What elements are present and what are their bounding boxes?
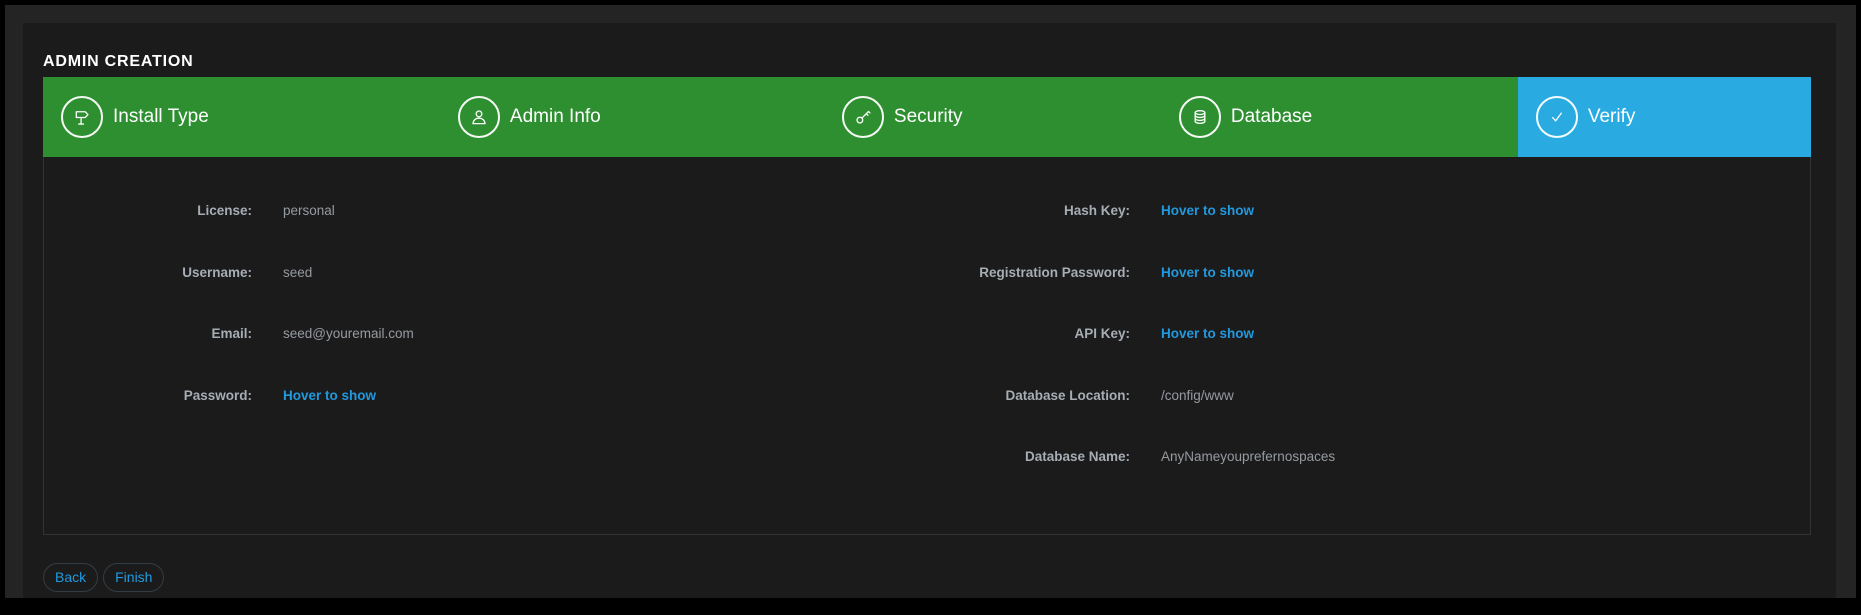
field-value: personal bbox=[283, 203, 335, 218]
database-icon bbox=[1189, 106, 1211, 128]
field-label: API Key: bbox=[927, 326, 1130, 341]
setup-wizard: Install Type Admin Info bbox=[43, 77, 1811, 535]
check-icon bbox=[1546, 106, 1568, 128]
summary-column-right: Hash Key: Hover to show Registration Pas… bbox=[927, 180, 1810, 534]
form-row: Database Name: AnyNameyouprefernospaces bbox=[927, 426, 1810, 488]
step-icon-ring bbox=[458, 96, 500, 138]
user-icon bbox=[468, 106, 490, 128]
field-label: Password: bbox=[44, 388, 252, 403]
admin-creation-panel: ADMIN CREATION Install Type bbox=[23, 23, 1836, 598]
step-icon-ring bbox=[1536, 96, 1578, 138]
field-value: AnyNameyouprefernospaces bbox=[1161, 449, 1335, 464]
field-value: /config/www bbox=[1161, 388, 1234, 403]
field-label: License: bbox=[44, 203, 252, 218]
hover-to-show-link[interactable]: Hover to show bbox=[283, 388, 376, 403]
step-icon-ring bbox=[842, 96, 884, 138]
step-icon-ring bbox=[1179, 96, 1221, 138]
key-icon bbox=[852, 106, 874, 128]
signpost-icon bbox=[71, 106, 93, 128]
step-database[interactable]: Database bbox=[1161, 77, 1518, 157]
step-label: Install Type bbox=[113, 106, 209, 128]
finish-button[interactable]: Finish bbox=[103, 563, 164, 592]
form-row: Password: Hover to show bbox=[44, 365, 927, 427]
field-value: seed bbox=[283, 265, 312, 280]
step-label: Database bbox=[1231, 106, 1312, 128]
hover-to-show-link[interactable]: Hover to show bbox=[1161, 326, 1254, 341]
form-row: Registration Password: Hover to show bbox=[927, 242, 1810, 304]
field-label: Database Location: bbox=[927, 388, 1130, 403]
verify-summary: License: personal Username: seed Email: … bbox=[43, 157, 1811, 535]
step-admin-info[interactable]: Admin Info bbox=[440, 77, 824, 157]
form-row: Database Location: /config/www bbox=[927, 365, 1810, 427]
hover-to-show-link[interactable]: Hover to show bbox=[1161, 265, 1254, 280]
step-label: Verify bbox=[1588, 106, 1636, 128]
page-background: ADMIN CREATION Install Type bbox=[5, 5, 1856, 598]
wizard-footer: Back Finish bbox=[43, 563, 1836, 592]
step-label: Security bbox=[894, 106, 963, 128]
field-label: Hash Key: bbox=[927, 203, 1130, 218]
field-label: Email: bbox=[44, 326, 252, 341]
summary-column-left: License: personal Username: seed Email: … bbox=[44, 180, 927, 534]
screenshot-frame: ADMIN CREATION Install Type bbox=[0, 0, 1861, 615]
step-verify[interactable]: Verify bbox=[1518, 77, 1811, 157]
form-row: Hash Key: Hover to show bbox=[927, 180, 1810, 242]
back-button[interactable]: Back bbox=[43, 563, 98, 592]
step-label: Admin Info bbox=[510, 106, 601, 128]
page-title: ADMIN CREATION bbox=[43, 52, 1836, 72]
wizard-steps-bar: Install Type Admin Info bbox=[43, 77, 1811, 157]
field-label: Registration Password: bbox=[927, 265, 1130, 280]
form-row: Username: seed bbox=[44, 242, 927, 304]
field-label: Username: bbox=[44, 265, 252, 280]
hover-to-show-link[interactable]: Hover to show bbox=[1161, 203, 1254, 218]
form-row: Email: seed@youremail.com bbox=[44, 303, 927, 365]
step-security[interactable]: Security bbox=[824, 77, 1161, 157]
step-icon-ring bbox=[61, 96, 103, 138]
form-row: API Key: Hover to show bbox=[927, 303, 1810, 365]
field-label: Database Name: bbox=[927, 449, 1130, 464]
form-row: License: personal bbox=[44, 180, 927, 242]
step-install-type[interactable]: Install Type bbox=[43, 77, 440, 157]
field-value: seed@youremail.com bbox=[283, 326, 414, 341]
